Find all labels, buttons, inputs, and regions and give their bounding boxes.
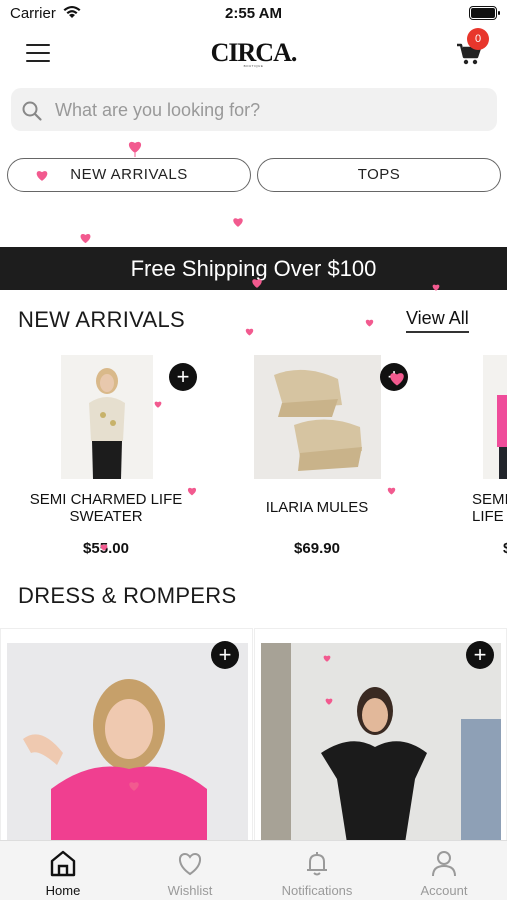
search-input[interactable]: What are you looking for? bbox=[11, 88, 497, 131]
tab-label: Account bbox=[420, 883, 468, 898]
person-icon bbox=[432, 851, 456, 877]
product-image bbox=[483, 355, 507, 479]
product-name: SEMI CHARMED LIFE bbox=[472, 491, 507, 525]
app-header: CIRCA. BOUTIQUE bbox=[0, 30, 507, 76]
tab-home[interactable]: Home bbox=[0, 841, 126, 900]
heart-confetti-icon bbox=[80, 233, 91, 244]
product-tile[interactable]: + bbox=[0, 628, 253, 842]
search-placeholder: What are you looking for? bbox=[55, 100, 261, 120]
heart-confetti-icon bbox=[245, 328, 254, 336]
heart-confetti-icon bbox=[154, 401, 162, 408]
product-tile[interactable]: + bbox=[254, 628, 507, 842]
heart-confetti-icon bbox=[432, 284, 440, 291]
logo-text: CIRCA. bbox=[210, 38, 298, 67]
heart-confetti-icon bbox=[390, 373, 404, 386]
category-pill-label: TOPS bbox=[357, 166, 401, 183]
heart-confetti-icon bbox=[325, 698, 333, 705]
tab-notifications[interactable]: Notifications bbox=[254, 841, 380, 900]
heart-confetti-icon bbox=[252, 279, 262, 288]
add-to-cart-button[interactable]: + bbox=[211, 641, 239, 669]
tab-label: Notifications bbox=[281, 883, 353, 898]
heart-confetti-icon bbox=[365, 319, 374, 327]
tab-account[interactable]: Account bbox=[381, 841, 507, 900]
search-icon bbox=[22, 101, 42, 121]
heart-icon bbox=[179, 852, 201, 876]
category-pill-label: NEW ARRIVALS bbox=[70, 166, 188, 183]
heart-confetti-icon bbox=[387, 487, 396, 495]
heart-confetti-icon bbox=[187, 487, 197, 496]
logo-subtext: BOUTIQUE bbox=[243, 64, 264, 68]
product-image bbox=[254, 355, 381, 479]
heart-confetti-icon bbox=[100, 544, 108, 551]
home-icon bbox=[50, 850, 76, 877]
product-price: $69.90 bbox=[294, 540, 340, 557]
view-all-link[interactable]: View All bbox=[406, 308, 469, 333]
heart-confetti-icon bbox=[128, 141, 142, 157]
section-title-dresses: DRESS & ROMPERS bbox=[18, 583, 237, 608]
product-name: ILARIA MULES bbox=[265, 499, 369, 516]
tab-label: Wishlist bbox=[167, 883, 213, 898]
product-image bbox=[61, 355, 153, 479]
battery-icon bbox=[469, 6, 500, 20]
heart-confetti-icon bbox=[323, 655, 331, 662]
heart-confetti-icon bbox=[36, 171, 48, 181]
heart-confetti-icon bbox=[233, 218, 243, 227]
heart-confetti-icon bbox=[129, 782, 139, 791]
add-to-cart-button[interactable]: + bbox=[466, 641, 494, 669]
status-time: 2:55 AM bbox=[225, 5, 282, 22]
section-title-new-arrivals: NEW ARRIVALS bbox=[18, 307, 186, 332]
bell-icon bbox=[307, 852, 327, 876]
status-bar: Carrier 2:55 AM bbox=[0, 0, 507, 28]
category-pill-tops[interactable]: TOPS bbox=[257, 158, 501, 192]
product-name: SEMI CHARMED LIFE SWEATER bbox=[29, 491, 183, 525]
bottom-tab-bar: Home Wishlist Notifications Account bbox=[0, 840, 507, 900]
product-price: $ bbox=[420, 540, 507, 557]
tab-label: Home bbox=[45, 883, 81, 898]
cart-count-badge: 0 bbox=[467, 28, 489, 50]
tab-wishlist[interactable]: Wishlist bbox=[127, 841, 253, 900]
add-to-cart-button[interactable]: + bbox=[169, 363, 197, 391]
product-card[interactable]: SEMI CHARMED LIFE $ bbox=[420, 355, 507, 575]
